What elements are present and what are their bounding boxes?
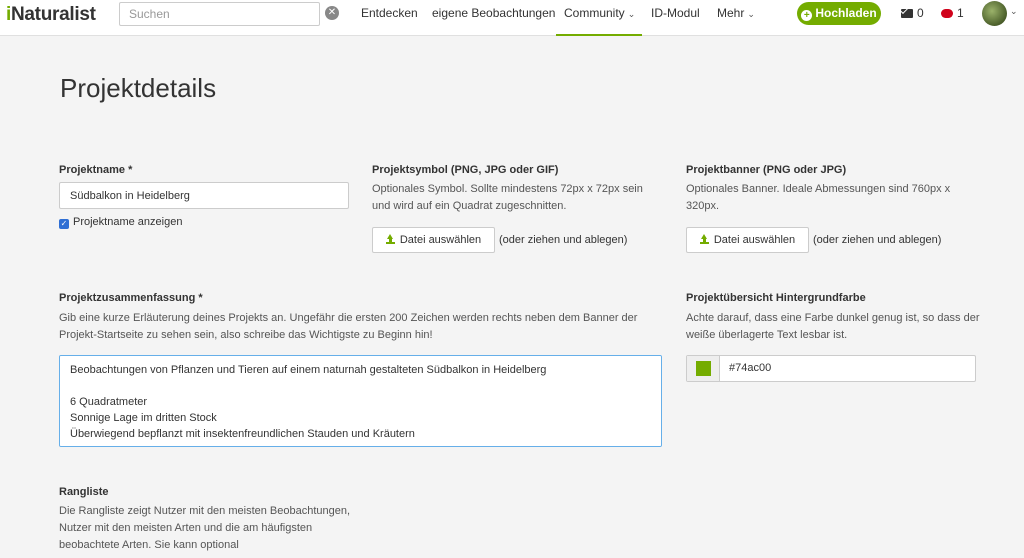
project-name-input[interactable] <box>59 182 349 209</box>
logo-text: Naturalist <box>10 4 96 25</box>
project-icon-drop-hint: (oder ziehen und ablegen) <box>499 234 628 246</box>
clear-search-icon[interactable]: ✕ <box>325 6 339 20</box>
nav-your-observations-label: eigene Beobachtungen <box>432 6 556 20</box>
nav-more[interactable]: Mehr ⌄ <box>717 0 755 36</box>
project-icon-label: Projektsymbol (PNG, JPG oder GIF) <box>372 164 559 176</box>
choose-file-label: Datei auswählen <box>713 234 796 246</box>
color-swatch-fill <box>696 361 711 376</box>
show-project-name-label: Projektname anzeigen <box>73 216 183 228</box>
choose-file-label: Datei auswählen <box>399 234 482 246</box>
chevron-down-icon: ⌄ <box>627 9 636 19</box>
summary-help: Gib eine kurze Erläuterung deines Projek… <box>59 312 638 341</box>
leaderboard-help: Die Rangliste zeigt Nutzer mit den meist… <box>59 505 351 551</box>
search-input[interactable] <box>119 2 320 26</box>
upload-button[interactable]: + Hochladen <box>797 2 881 25</box>
project-icon-help: Optionales Symbol. Sollte mindestens 72p… <box>372 183 643 212</box>
messages-count: 0 <box>917 6 924 20</box>
page-title: Projektdetails <box>60 73 217 103</box>
project-name-label: Projektname * <box>59 164 133 176</box>
chevron-down-icon: ⌄ <box>747 9 755 19</box>
upload-icon <box>699 234 709 244</box>
top-navigation-bar: iNaturalist ✕ Entdecken eigene Beobachtu… <box>0 0 1024 36</box>
checkbox-checked-icon[interactable]: ✓ <box>59 219 69 229</box>
color-value[interactable]: #74ac00 <box>729 362 771 374</box>
nav-community[interactable]: Community ⌄ <box>556 0 642 36</box>
leaderboard-label: Rangliste <box>59 486 109 498</box>
color-swatch[interactable] <box>687 356 720 381</box>
plus-circle-icon: + <box>801 10 813 21</box>
background-color-label: Projektübersicht Hintergrundfarbe <box>686 292 866 304</box>
upload-icon <box>385 234 395 244</box>
upload-label: Hochladen <box>815 6 877 20</box>
project-banner-drop-hint: (oder ziehen und ablegen) <box>813 234 942 246</box>
summary-label: Projektzusammenfassung * <box>59 292 203 304</box>
notifications-count: 1 <box>957 6 964 20</box>
envelope-icon <box>901 9 913 18</box>
background-color-help: Achte darauf, dass eine Farbe dunkel gen… <box>686 312 980 341</box>
show-project-name-checkbox[interactable]: ✓ Projektname anzeigen <box>59 216 182 229</box>
nav-identify[interactable]: ID-Modul <box>651 0 700 36</box>
project-icon-choose-file-button[interactable]: Datei auswählen <box>372 227 495 253</box>
speech-bubble-icon <box>941 9 953 18</box>
inaturalist-logo[interactable]: iNaturalist <box>6 4 96 26</box>
nav-community-label: Community <box>564 6 625 20</box>
notifications-button[interactable]: 1 <box>941 6 964 20</box>
background-color-input[interactable]: #74ac00 <box>686 355 976 382</box>
nav-explore-label: Entdecken <box>361 6 418 20</box>
user-avatar[interactable] <box>982 1 1007 26</box>
nav-explore[interactable]: Entdecken <box>361 0 418 36</box>
project-banner-choose-file-button[interactable]: Datei auswählen <box>686 227 809 253</box>
messages-button[interactable]: 0 <box>901 6 924 20</box>
nav-more-label: Mehr <box>717 6 745 20</box>
nav-identify-label: ID-Modul <box>651 6 700 20</box>
project-banner-help: Optionales Banner. Ideale Abmessungen si… <box>686 183 951 212</box>
project-banner-label: Projektbanner (PNG oder JPG) <box>686 164 847 176</box>
chevron-down-icon[interactable]: ⌄ <box>1010 6 1018 17</box>
summary-textarea[interactable]: Beobachtungen von Pflanzen und Tieren au… <box>59 355 662 447</box>
nav-your-observations[interactable]: eigene Beobachtungen <box>432 0 555 36</box>
